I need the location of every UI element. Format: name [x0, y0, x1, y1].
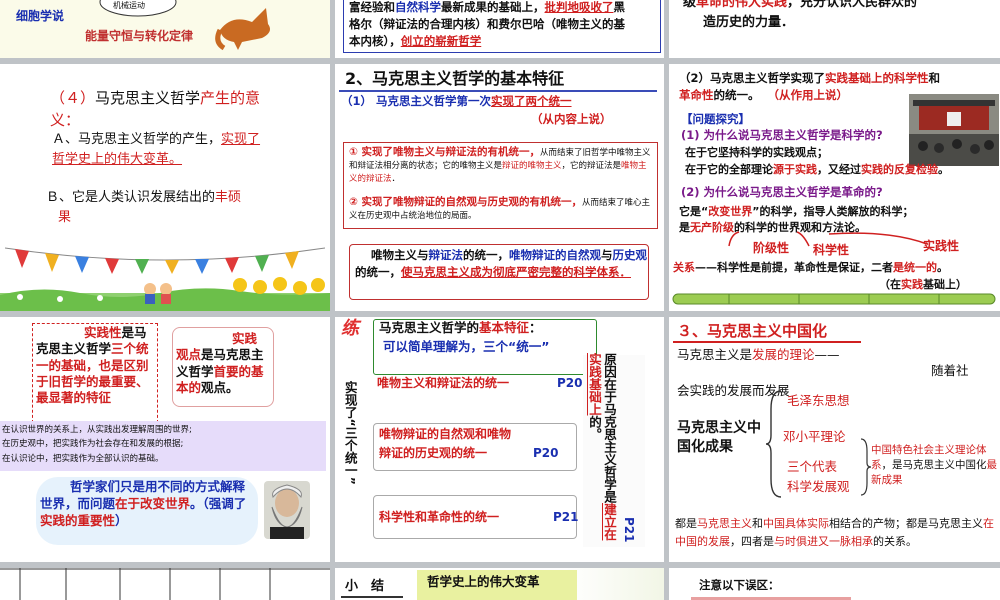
slide-7: 实践性是马克思主义哲学三个统一的基础，也是区别于旧哲学的最重要、最显著的特征 实… [0, 317, 330, 562]
s9-main: 马克思主义中国化成果 [677, 420, 761, 455]
s2-line3: 本内核），创立的崭新哲学 [349, 34, 482, 48]
slide-12: 注意以下误区： [669, 568, 1000, 600]
small-caption: 机械运动 [113, 1, 145, 10]
label-practice: 实践性 [923, 239, 960, 253]
s7-list-item: 在认识世界的关系上，从实践出发理解周围的世界; [2, 425, 192, 435]
s6-relation: 关系——科学性是前提，革命性是保证，二者是统一的。 （在实践基础上） [673, 261, 967, 291]
tiananmen-photo [909, 94, 999, 166]
s9-title: ３、马克思主义中国化 [677, 322, 828, 340]
s7-list: 在认识世界的关系上，从实践出发理解周围的世界; 在历史观中，把实践作为社会存在和… [2, 423, 192, 466]
s9-item3: 三个代表 [787, 459, 838, 474]
s8-page2: P20 [533, 446, 559, 460]
table-grid [0, 568, 330, 600]
s8-item2: 唯物辩证的自然观和唯物 辩证的历史观的统一 [379, 427, 512, 461]
s4-title: （４）马克思主义哲学产生的意 义： [50, 89, 261, 129]
energy-law-label: 能量守恒与转化定律 [85, 29, 194, 43]
s3-line2: 造历史的力量． [703, 15, 795, 30]
slide-2: 富经验和自然科学最新成果的基础上，批判地吸收了黑 格尔（辩证法的合理内核）和费尔… [335, 0, 664, 58]
s2-line2: 格尔（辩证法的合理内核）和费尔巴哈（唯物主义的基 [349, 17, 625, 31]
s2-line1: 富经验和自然科学最新成果的基础上，批判地吸收了黑 [349, 0, 625, 14]
slide-6: （2）马克思主义哲学实现了实践基础上的科学性和 革命性的统一。 （从作用上说） 【… [669, 64, 1000, 311]
s4-point-b: Ｂ、它是人类认识发展结出的丰硕果 [46, 190, 242, 225]
marx-portrait [264, 481, 310, 539]
s11-summary: 小 结 [345, 579, 385, 594]
bunting-decoration [5, 247, 325, 274]
s6-q1: (1) 为什么说马克思主义哲学是科学的? [681, 128, 883, 142]
s6-r1: 它是“改变世界”的科学，指导人类解放的科学； [679, 205, 914, 218]
slide-11: 小 结 哲学史上的伟大变革 [335, 568, 664, 600]
bamboo-decoration [672, 293, 996, 305]
s9-item1: 毛泽东思想 [787, 393, 850, 408]
s6-a2: 在于它的全部理论源于实践，又经过实践的反复检验。 [685, 163, 949, 176]
s5-point2: ② 实现了唯物辩证的自然观与历史观的有机统一，从而结束了唯心主义在历史观中占统治… [349, 196, 651, 222]
cell-theory-label: 细胞学说 [16, 9, 65, 23]
fox-illustration [215, 8, 270, 51]
s9-bottom: 都是马克思主义和中国具体实际相结合的产物；都是马克思主义在中国的发展，四者是与时… [675, 517, 994, 548]
s9-line1-tail: 随着社 [931, 363, 969, 378]
slide-9: ３、马克思主义中国化 马克思主义是发展的理论—— 随着社 会实践的发展而发展 马… [669, 317, 1000, 562]
s9-item2: 邓小平理论 [783, 429, 846, 444]
s3-line1: 级革命的伟大实践，充分认识人民群众的 [683, 0, 918, 10]
s11-heading: 哲学史上的伟大变革 [427, 574, 540, 589]
s5-note: （从内容上说） [531, 112, 612, 126]
s9-note: 中国特色社会主义理论体系，是马克思主义中国化最新成果 [871, 444, 997, 487]
s8-right-vertical: 原因在于马克思主义哲学是建立在实践基础上的。 [587, 353, 617, 541]
s5-point1: ① 实现了唯物主义与辩证法的有机统一，从而结束了旧哲学中唯物主义和辩证法相分离的… [349, 146, 651, 184]
s8-page1: P20 [557, 376, 583, 390]
s8-page3: P21 [553, 510, 579, 524]
practice-badge: 练 [341, 318, 359, 339]
s12-heading: 注意以下误区： [699, 578, 780, 592]
s4-point-a: Ａ、马克思主义哲学的产生，实现了 哲学史上的伟大变革。 [52, 132, 261, 167]
s9-item4: 科学发展观 [787, 479, 850, 494]
s8-box: 马克思主义哲学的基本特征： 可以简单理解为，三个“统一” [379, 320, 550, 354]
s7-list-item: 在历史观中，把实践作为社会存在和发展的根据; [2, 439, 184, 450]
s5-heading: 2、马克思主义哲学的基本特征 [345, 69, 565, 88]
s7-box1: 实践性是马克思主义哲学三个统一的基础，也是区别于旧哲学的最重要、最显著的特征 [36, 325, 149, 405]
s8-right-page: P21 [622, 517, 637, 543]
s5-summary: 唯物主义与辩证法的统一，唯物辩证的自然观与历史观的统一，使马克思主义成为彻底严密… [355, 248, 647, 280]
slide-1: 机械运动 细胞学说 能量守恒与转化定律 [0, 0, 330, 58]
s8-item1: 唯物主义和辩证法的统一 [377, 376, 510, 390]
s7-quote: 哲学家们只是用不同的方式解释世界，而问题在于改变世界。（强调了实践的重要性） [40, 479, 247, 528]
slide-8: 练 马克思主义哲学的基本特征： 可以简单理解为，三个“统一” 实现了“三个统一” … [335, 317, 664, 562]
s9-brace [765, 390, 782, 498]
meadow-illustration [0, 277, 330, 311]
s9-line1: 马克思主义是发展的理论—— [677, 347, 840, 362]
slide-5: 2、马克思主义哲学的基本特征 （1） 马克思主义哲学第一次实现了两个统一 （从内… [335, 64, 664, 311]
label-science: 科学性 [813, 243, 850, 257]
label-class: 阶级性 [753, 241, 790, 255]
slide-3: 级革命的伟大实践，充分认识人民群众的 造历史的力量． [669, 0, 1000, 58]
s7-box2: 实践 观点是马克思主义哲学首要的基本的观点。 [176, 331, 264, 395]
slide-4: （４）马克思主义哲学产生的意 义： Ａ、马克思主义哲学的产生，实现了 哲学史上的伟大… [0, 64, 330, 311]
s7-list-item: 在认识论中，把实践作为全部认识的基础。 [2, 453, 164, 464]
s8-item3: 科学性和革命性的统一 [379, 510, 500, 524]
s6-q2: (2) 为什么说马克思主义哲学是革命的? [681, 185, 883, 199]
slide-10 [0, 568, 330, 600]
s6-question-title: 【问题探究】 [681, 112, 750, 126]
s8-left-vertical: 实现了“三个统一” [342, 381, 358, 485]
s6-a1: 在于它坚持科学的实践观点； [685, 146, 828, 159]
s5-subheading: （1） 马克思主义哲学第一次实现了两个统一 [341, 94, 572, 108]
